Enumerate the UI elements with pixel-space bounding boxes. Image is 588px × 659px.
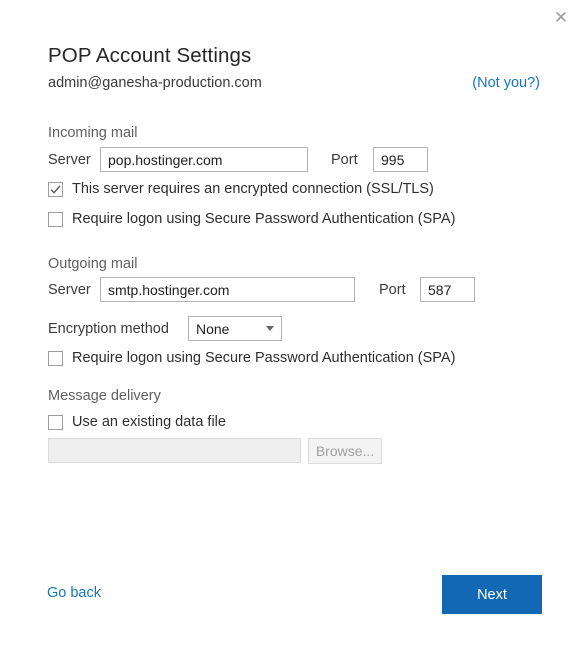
- close-icon[interactable]: ✕: [544, 2, 578, 32]
- checkbox-checked-icon[interactable]: [48, 181, 63, 197]
- page-title: POP Account Settings: [48, 44, 252, 67]
- incoming-server-label: Server: [48, 152, 91, 168]
- next-button[interactable]: Next: [442, 575, 542, 614]
- outgoing-server-input[interactable]: [100, 277, 355, 302]
- data-file-path-input: [48, 438, 301, 463]
- pop-account-settings-dialog: ✕ POP Account Settings admin@ganesha-pro…: [0, 0, 588, 659]
- incoming-spa-checkbox-row[interactable]: Require logon using Secure Password Auth…: [48, 211, 455, 227]
- incoming-ssl-checkbox-row[interactable]: This server requires an encrypted connec…: [48, 181, 434, 197]
- outgoing-mail-heading: Outgoing mail: [48, 256, 138, 272]
- incoming-ssl-checkbox-label: This server requires an encrypted connec…: [72, 181, 434, 197]
- message-delivery-heading: Message delivery: [48, 388, 161, 404]
- encryption-method-select[interactable]: None: [188, 316, 282, 341]
- encryption-method-label: Encryption method: [48, 321, 169, 337]
- incoming-mail-heading: Incoming mail: [48, 125, 138, 141]
- use-existing-data-file-label: Use an existing data file: [72, 414, 226, 430]
- outgoing-spa-checkbox-label: Require logon using Secure Password Auth…: [72, 350, 456, 366]
- go-back-link[interactable]: Go back: [47, 585, 101, 601]
- outgoing-server-label: Server: [48, 282, 91, 298]
- checkbox-unchecked-icon[interactable]: [48, 414, 63, 430]
- incoming-port-input[interactable]: [373, 147, 428, 172]
- outgoing-port-label: Port: [379, 282, 406, 298]
- checkbox-unchecked-icon[interactable]: [48, 211, 63, 227]
- account-email: admin@ganesha-production.com: [48, 75, 262, 91]
- chevron-down-icon: [266, 326, 274, 331]
- incoming-spa-checkbox-label: Require logon using Secure Password Auth…: [72, 211, 456, 227]
- incoming-port-label: Port: [331, 152, 358, 168]
- checkbox-unchecked-icon[interactable]: [48, 350, 63, 366]
- encryption-method-value: None: [196, 320, 230, 337]
- outgoing-spa-checkbox-row[interactable]: Require logon using Secure Password Auth…: [48, 350, 455, 366]
- browse-button: Browse...: [308, 438, 382, 464]
- incoming-server-input[interactable]: [100, 147, 308, 172]
- use-existing-data-file-checkbox-row[interactable]: Use an existing data file: [48, 414, 226, 430]
- outgoing-port-input[interactable]: [420, 277, 475, 302]
- not-you-link[interactable]: (Not you?): [472, 75, 540, 91]
